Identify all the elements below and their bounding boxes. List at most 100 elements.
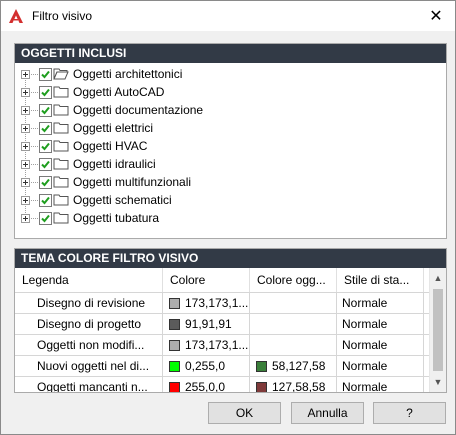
include-checkbox[interactable] <box>39 158 52 171</box>
include-checkbox[interactable] <box>39 86 52 99</box>
check-icon <box>41 142 50 151</box>
color-theme-header: TEMA COLORE FILTRO VISIVO <box>15 249 446 268</box>
tree-item-autocad[interactable]: Oggetti AutoCAD <box>15 83 446 101</box>
window-title: Filtro visivo <box>32 9 93 23</box>
tree-item-schematici[interactable]: Oggetti schematici <box>15 191 446 209</box>
tree-item-label: Oggetti AutoCAD <box>73 85 165 99</box>
legend-cell: Oggetti non modifi... <box>15 335 163 355</box>
expand-icon[interactable] <box>21 160 30 169</box>
folder-icon <box>53 176 69 188</box>
legend-cell: Disegno di progetto <box>15 314 163 334</box>
check-icon <box>41 106 50 115</box>
tree-item-label: Oggetti schematici <box>73 193 172 207</box>
close-icon[interactable]: ✕ <box>429 6 442 26</box>
tree-item-tubatura[interactable]: Oggetti tubatura <box>15 209 446 227</box>
column-header-legend[interactable]: Legenda <box>15 268 163 292</box>
object-color-cell[interactable]: 127,58,58 <box>250 377 337 392</box>
close-button[interactable]: ✕ <box>423 4 449 28</box>
color-cell[interactable]: 173,173,1... <box>163 335 250 355</box>
table-row[interactable]: Disegno di progetto 91,91,91 Normale <box>15 314 429 335</box>
expand-icon[interactable] <box>21 178 30 187</box>
included-objects-panel: OGGETTI INCLUSI Oggetti architettonici O… <box>14 43 447 239</box>
include-checkbox[interactable] <box>39 212 52 225</box>
column-header-object-color[interactable]: Colore ogg... <box>250 268 337 292</box>
expand-icon[interactable] <box>21 124 30 133</box>
include-checkbox[interactable] <box>39 122 52 135</box>
color-value: 91,91,91 <box>185 317 232 331</box>
color-swatch <box>169 361 180 372</box>
table-row[interactable]: Oggetti mancanti n... 255,0,0 127,58,58 Nor… <box>15 377 429 392</box>
tree-item-documentazione[interactable]: Oggetti documentazione <box>15 101 446 119</box>
include-checkbox[interactable] <box>39 194 52 207</box>
color-theme-grid: Legenda Colore Colore ogg... Stile di st… <box>15 268 446 392</box>
folder-open-icon <box>53 68 69 80</box>
color-cell[interactable]: 91,91,91 <box>163 314 250 334</box>
color-value: 0,255,0 <box>185 359 226 373</box>
expand-icon[interactable] <box>21 88 30 97</box>
folder-icon <box>53 212 69 224</box>
object-color-cell[interactable] <box>250 335 337 355</box>
include-checkbox[interactable] <box>39 68 52 81</box>
tree-item-hvac[interactable]: Oggetti HVAC <box>15 137 446 155</box>
object-color-cell[interactable] <box>250 314 337 334</box>
column-header-style[interactable]: Stile di sta... <box>337 268 424 292</box>
ok-button[interactable]: OK <box>208 402 281 424</box>
tree-item-multifunzionali[interactable]: Oggetti multifunzionali <box>15 173 446 191</box>
color-swatch <box>169 382 180 392</box>
table-row[interactable]: Oggetti non modifi... 173,173,1... Normale <box>15 335 429 356</box>
color-theme-panel: TEMA COLORE FILTRO VISIVO Legenda Colore… <box>14 248 447 393</box>
legend-cell: Disegno di revisione <box>15 293 163 313</box>
check-icon <box>41 160 50 169</box>
scroll-thumb[interactable] <box>433 289 443 371</box>
style-cell[interactable]: Normale <box>337 356 424 376</box>
tree-item-idraulici[interactable]: Oggetti idraulici <box>15 155 446 173</box>
scroll-down-icon[interactable]: ▼ <box>430 374 446 390</box>
tree-item-elettrici[interactable]: Oggetti elettrici <box>15 119 446 137</box>
legend-cell: Oggetti mancanti n... <box>15 377 163 392</box>
check-icon <box>41 178 50 187</box>
column-header-color[interactable]: Colore <box>163 268 250 292</box>
color-cell[interactable]: 173,173,1... <box>163 293 250 313</box>
check-icon <box>41 70 50 79</box>
check-icon <box>41 214 50 223</box>
grid-body: Disegno di revisione 173,173,1... Normale D… <box>15 293 429 392</box>
tree-item-label: Oggetti architettonici <box>73 67 183 81</box>
expand-icon[interactable] <box>21 214 30 223</box>
tree-item-label: Oggetti multifunzionali <box>73 175 192 189</box>
color-swatch <box>169 340 180 351</box>
object-color-cell[interactable]: 58,127,58 <box>250 356 337 376</box>
cancel-button[interactable]: Annulla <box>291 402 364 424</box>
color-cell[interactable]: 255,0,0 <box>163 377 250 392</box>
include-checkbox[interactable] <box>39 176 52 189</box>
expand-icon[interactable] <box>21 106 30 115</box>
check-icon <box>41 88 50 97</box>
vertical-scrollbar[interactable]: ▲ ▼ <box>429 268 446 392</box>
scroll-up-icon[interactable]: ▲ <box>430 270 446 286</box>
check-icon <box>41 196 50 205</box>
object-color-cell[interactable] <box>250 293 337 313</box>
autocad-app-icon <box>9 9 23 23</box>
table-row[interactable]: Nuovi oggetti nel di... 0,255,0 58,127,58 N… <box>15 356 429 377</box>
style-cell[interactable]: Normale <box>337 377 424 392</box>
style-cell[interactable]: Normale <box>337 293 424 313</box>
color-cell[interactable]: 0,255,0 <box>163 356 250 376</box>
grid-header: Legenda Colore Colore ogg... Stile di st… <box>15 268 429 293</box>
color-value: 173,173,1... <box>185 338 249 352</box>
object-color-value: 127,58,58 <box>272 380 326 392</box>
filter-dialog: Filtro visivo ✕ OGGETTI INCLUSI Oggetti … <box>0 0 456 435</box>
check-icon <box>41 124 50 133</box>
style-cell[interactable]: Normale <box>337 314 424 334</box>
expand-icon[interactable] <box>21 142 30 151</box>
folder-icon <box>53 158 69 170</box>
included-objects-header: OGGETTI INCLUSI <box>15 44 446 63</box>
expand-icon[interactable] <box>21 196 30 205</box>
table-row[interactable]: Disegno di revisione 173,173,1... Normale <box>15 293 429 314</box>
tree-item-architettonici[interactable]: Oggetti architettonici <box>15 65 446 83</box>
style-cell[interactable]: Normale <box>337 335 424 355</box>
help-button[interactable]: ? <box>373 402 446 424</box>
include-checkbox[interactable] <box>39 104 52 117</box>
tree-item-label: Oggetti idraulici <box>73 157 156 171</box>
tree-item-label: Oggetti documentazione <box>73 103 204 117</box>
include-checkbox[interactable] <box>39 140 52 153</box>
expand-icon[interactable] <box>21 70 30 79</box>
